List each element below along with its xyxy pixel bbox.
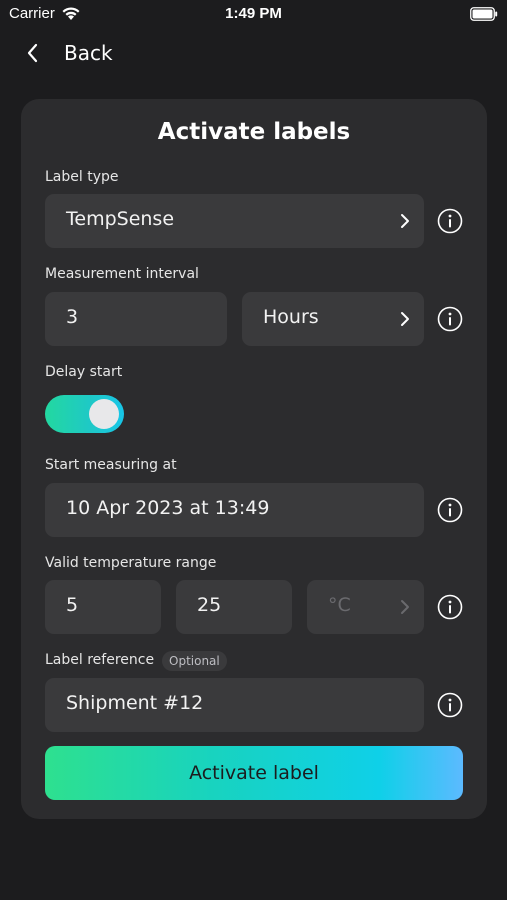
label-reference-label: Label reference	[45, 652, 155, 668]
status-bar: Carrier 1:49 PM	[0, 0, 507, 30]
chevron-right-icon	[401, 214, 409, 228]
info-icon[interactable]	[437, 208, 463, 234]
nav-back[interactable]: Back	[0, 36, 507, 72]
chevron-right-icon	[401, 312, 409, 326]
start-measuring-picker[interactable]: 10 Apr 2023 at 13:49	[45, 483, 424, 537]
interval-unit-select[interactable]: Hours	[242, 292, 424, 346]
delay-start-label: Delay start	[45, 364, 123, 380]
temperature-unit-select[interactable]: °C	[307, 580, 424, 634]
temperature-range-label: Valid temperature range	[45, 555, 217, 571]
chevron-left-icon	[27, 43, 38, 63]
start-measuring-value: 10 Apr 2023 at 13:49	[66, 497, 270, 519]
info-icon[interactable]	[437, 692, 463, 718]
interval-unit-value: Hours	[263, 306, 319, 328]
delay-start-toggle[interactable]	[45, 395, 124, 433]
start-measuring-label: Start measuring at	[45, 457, 177, 473]
temperature-max-input[interactable]: 25	[176, 580, 292, 634]
activate-labels-card: Activate labels Label type TempSense Mea…	[21, 99, 487, 819]
temperature-min-value: 5	[66, 594, 79, 616]
chevron-right-icon	[401, 600, 409, 614]
measurement-interval-value: 3	[66, 306, 79, 328]
info-icon[interactable]	[437, 594, 463, 620]
optional-badge: Optional	[162, 651, 227, 671]
back-label: Back	[64, 41, 113, 65]
temperature-max-value: 25	[197, 594, 222, 616]
label-type-label: Label type	[45, 169, 119, 185]
temperature-min-input[interactable]: 5	[45, 580, 161, 634]
status-time: 1:49 PM	[225, 5, 282, 22]
info-icon[interactable]	[437, 497, 463, 523]
label-type-select[interactable]: TempSense	[45, 194, 424, 248]
label-reference-value: Shipment #12	[66, 692, 204, 714]
page-title: Activate labels	[157, 119, 351, 145]
toggle-knob	[89, 399, 119, 429]
label-reference-input[interactable]: Shipment #12	[45, 678, 424, 732]
battery-icon	[470, 7, 498, 21]
info-icon[interactable]	[437, 306, 463, 332]
activate-label-button[interactable]: Activate label	[45, 746, 463, 800]
measurement-interval-input[interactable]: 3	[45, 292, 227, 346]
temperature-unit-value: °C	[328, 594, 351, 616]
measurement-interval-label: Measurement interval	[45, 266, 199, 282]
label-type-value: TempSense	[66, 208, 175, 230]
